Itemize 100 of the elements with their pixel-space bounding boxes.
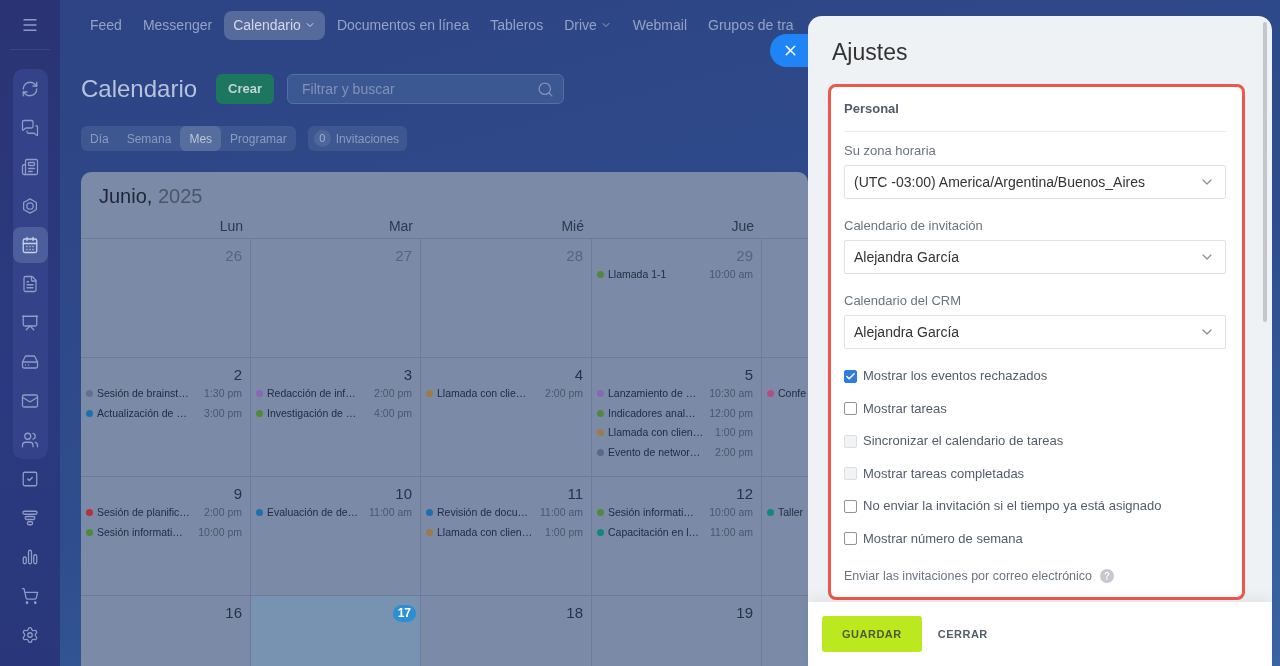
day-number: 19 bbox=[736, 604, 753, 622]
nav-tab[interactable]: Webmail bbox=[632, 17, 687, 33]
field-label: Enviar las invitaciones por correo electrónico bbox=[844, 568, 1093, 584]
weekday-label: Jue bbox=[731, 218, 754, 234]
event-time: 10:00 am bbox=[708, 268, 753, 282]
panel-title: Ajustes bbox=[831, 38, 909, 66]
text-button[interactable]: CERRAR bbox=[937, 616, 988, 652]
event-time: 11:00 am bbox=[709, 525, 753, 539]
event-time: 2:00 pm bbox=[373, 387, 412, 401]
search-field[interactable]: Filtrar y buscar bbox=[287, 74, 565, 104]
view-tab[interactable]: Programar bbox=[221, 126, 296, 151]
nav-tab[interactable]: Documentos en línea bbox=[336, 17, 470, 33]
document-icon bbox=[21, 274, 39, 293]
scrollbar-thumb[interactable] bbox=[1263, 22, 1267, 322]
day-number: 9 bbox=[233, 485, 242, 503]
primary-button[interactable]: GUARDAR bbox=[822, 616, 922, 652]
sidebar-button[interactable] bbox=[12, 226, 48, 263]
event-title[interactable]: Evaluación de de… bbox=[267, 506, 359, 520]
select-field[interactable]: Alejandra García bbox=[844, 315, 1226, 349]
nav-tab[interactable]: Grupos de tra bbox=[708, 17, 794, 33]
weekday-label: Lun bbox=[219, 218, 243, 234]
event-time: 2:00 pm bbox=[203, 506, 242, 520]
checkbox-label: No enviar la invitación si el tiempo ya está asignado bbox=[863, 498, 1162, 515]
day-number: 12 bbox=[736, 485, 753, 503]
close-button[interactable] bbox=[770, 34, 808, 67]
event-title[interactable]: Llamada con clien… bbox=[608, 426, 704, 440]
select-field[interactable]: (UTC -03:00) America/Argentina/Buenos_Aires bbox=[844, 165, 1226, 199]
check-icon bbox=[845, 370, 856, 382]
newspaper-icon bbox=[21, 157, 39, 176]
people-icon bbox=[21, 430, 39, 449]
event-title[interactable]: Indicadores anal… bbox=[608, 406, 696, 420]
event-time: 10:00 am bbox=[708, 506, 753, 520]
mail-icon bbox=[21, 391, 39, 410]
event-title[interactable]: Investigación de … bbox=[267, 406, 357, 420]
event-title[interactable]: Llamada con clie… bbox=[437, 387, 527, 401]
search-icon[interactable] bbox=[537, 80, 555, 98]
select-field[interactable]: Alejandra García bbox=[844, 240, 1226, 274]
day-number: 2 bbox=[233, 366, 242, 384]
day-number: 18 bbox=[566, 604, 583, 622]
month-title: Junio, 2025 bbox=[99, 184, 204, 208]
day-number: 4 bbox=[574, 366, 583, 384]
event-time: 1:00 pm bbox=[714, 426, 753, 440]
day-number: 3 bbox=[403, 366, 412, 384]
event-time: 3:00 pm bbox=[203, 406, 242, 420]
event-time: 2:00 pm bbox=[714, 445, 753, 459]
event-time: 2:00 pm bbox=[544, 387, 583, 401]
event-title[interactable]: Redacción de inf… bbox=[267, 387, 356, 401]
invitations-button[interactable]: 0 Invitaciones bbox=[307, 126, 408, 151]
field-label: Calendario del CRM bbox=[844, 293, 963, 308]
presentation-board-icon bbox=[21, 313, 39, 332]
circular-arrows-icon bbox=[21, 79, 39, 98]
checked-square-icon bbox=[21, 469, 39, 488]
event-title[interactable]: Confe bbox=[778, 387, 807, 401]
cart-icon bbox=[21, 586, 39, 605]
event-title[interactable]: Capacitación en l… bbox=[608, 525, 700, 539]
event-title[interactable]: Sesión de planific… bbox=[97, 506, 190, 520]
date-badge: 17 bbox=[392, 604, 416, 622]
nav-tab[interactable]: Calendario bbox=[224, 10, 325, 40]
view-tab[interactable]: Semana bbox=[117, 126, 181, 151]
event-time: 10:00 pm bbox=[197, 525, 242, 539]
hexagon-icon bbox=[21, 196, 39, 215]
checkbox[interactable] bbox=[844, 402, 857, 416]
checkbox-label: Mostrar tareas completadas bbox=[863, 465, 1025, 482]
event-title[interactable]: Sesión informati… bbox=[97, 525, 183, 539]
event-title[interactable]: Llamada 1-1 bbox=[608, 268, 667, 282]
event-title[interactable]: Actualización de … bbox=[97, 406, 187, 420]
event-time: 11:00 am bbox=[368, 506, 412, 520]
day-number: 11 bbox=[567, 485, 583, 503]
event-time: 12:00 pm bbox=[708, 406, 753, 420]
view-tab[interactable]: Mes bbox=[180, 126, 222, 151]
view-tab[interactable]: Día bbox=[81, 126, 118, 151]
weekday-label: Mar bbox=[388, 218, 413, 234]
checkbox-label: Mostrar número de semana bbox=[863, 530, 1023, 547]
field-label: Su zona horaria bbox=[844, 143, 937, 158]
funnel-icon bbox=[21, 508, 39, 527]
checkbox[interactable] bbox=[844, 499, 857, 513]
checkbox-label: Mostrar los eventos rechazados bbox=[863, 368, 1048, 385]
event-title[interactable]: Evento de networ… bbox=[608, 445, 701, 459]
event-title[interactable]: Revisión de docu… bbox=[437, 506, 529, 520]
event-title[interactable]: Sesión informati… bbox=[608, 506, 694, 520]
create-button[interactable]: Crear bbox=[216, 74, 275, 104]
settings-icon bbox=[21, 625, 39, 644]
nav-tab[interactable]: Feed bbox=[90, 17, 122, 33]
day-number: 10 bbox=[395, 485, 412, 503]
checkbox-label: Mostrar tareas bbox=[863, 400, 947, 417]
event-title[interactable]: Llamada con clien… bbox=[437, 525, 533, 539]
event-time: 1:30 pm bbox=[203, 387, 242, 401]
event-title[interactable]: Sesión de brainst… bbox=[97, 387, 189, 401]
event-title[interactable]: Taller bbox=[778, 506, 804, 520]
nav-tab[interactable]: Tableros bbox=[490, 17, 544, 33]
nav-tab[interactable]: Messenger bbox=[142, 17, 213, 33]
event-time: 4:00 pm bbox=[373, 406, 412, 420]
nav-tab[interactable]: Drive bbox=[564, 17, 612, 33]
event-title[interactable]: Lanzamiento de … bbox=[608, 387, 697, 401]
chat-bubbles-icon bbox=[21, 118, 39, 137]
checkbox-label: Sincronizar el calendario de tareas bbox=[863, 433, 1064, 450]
checkbox[interactable] bbox=[844, 369, 857, 383]
day-number: 5 bbox=[744, 366, 753, 384]
checkbox[interactable] bbox=[844, 532, 857, 546]
bar-chart-icon bbox=[21, 547, 39, 566]
